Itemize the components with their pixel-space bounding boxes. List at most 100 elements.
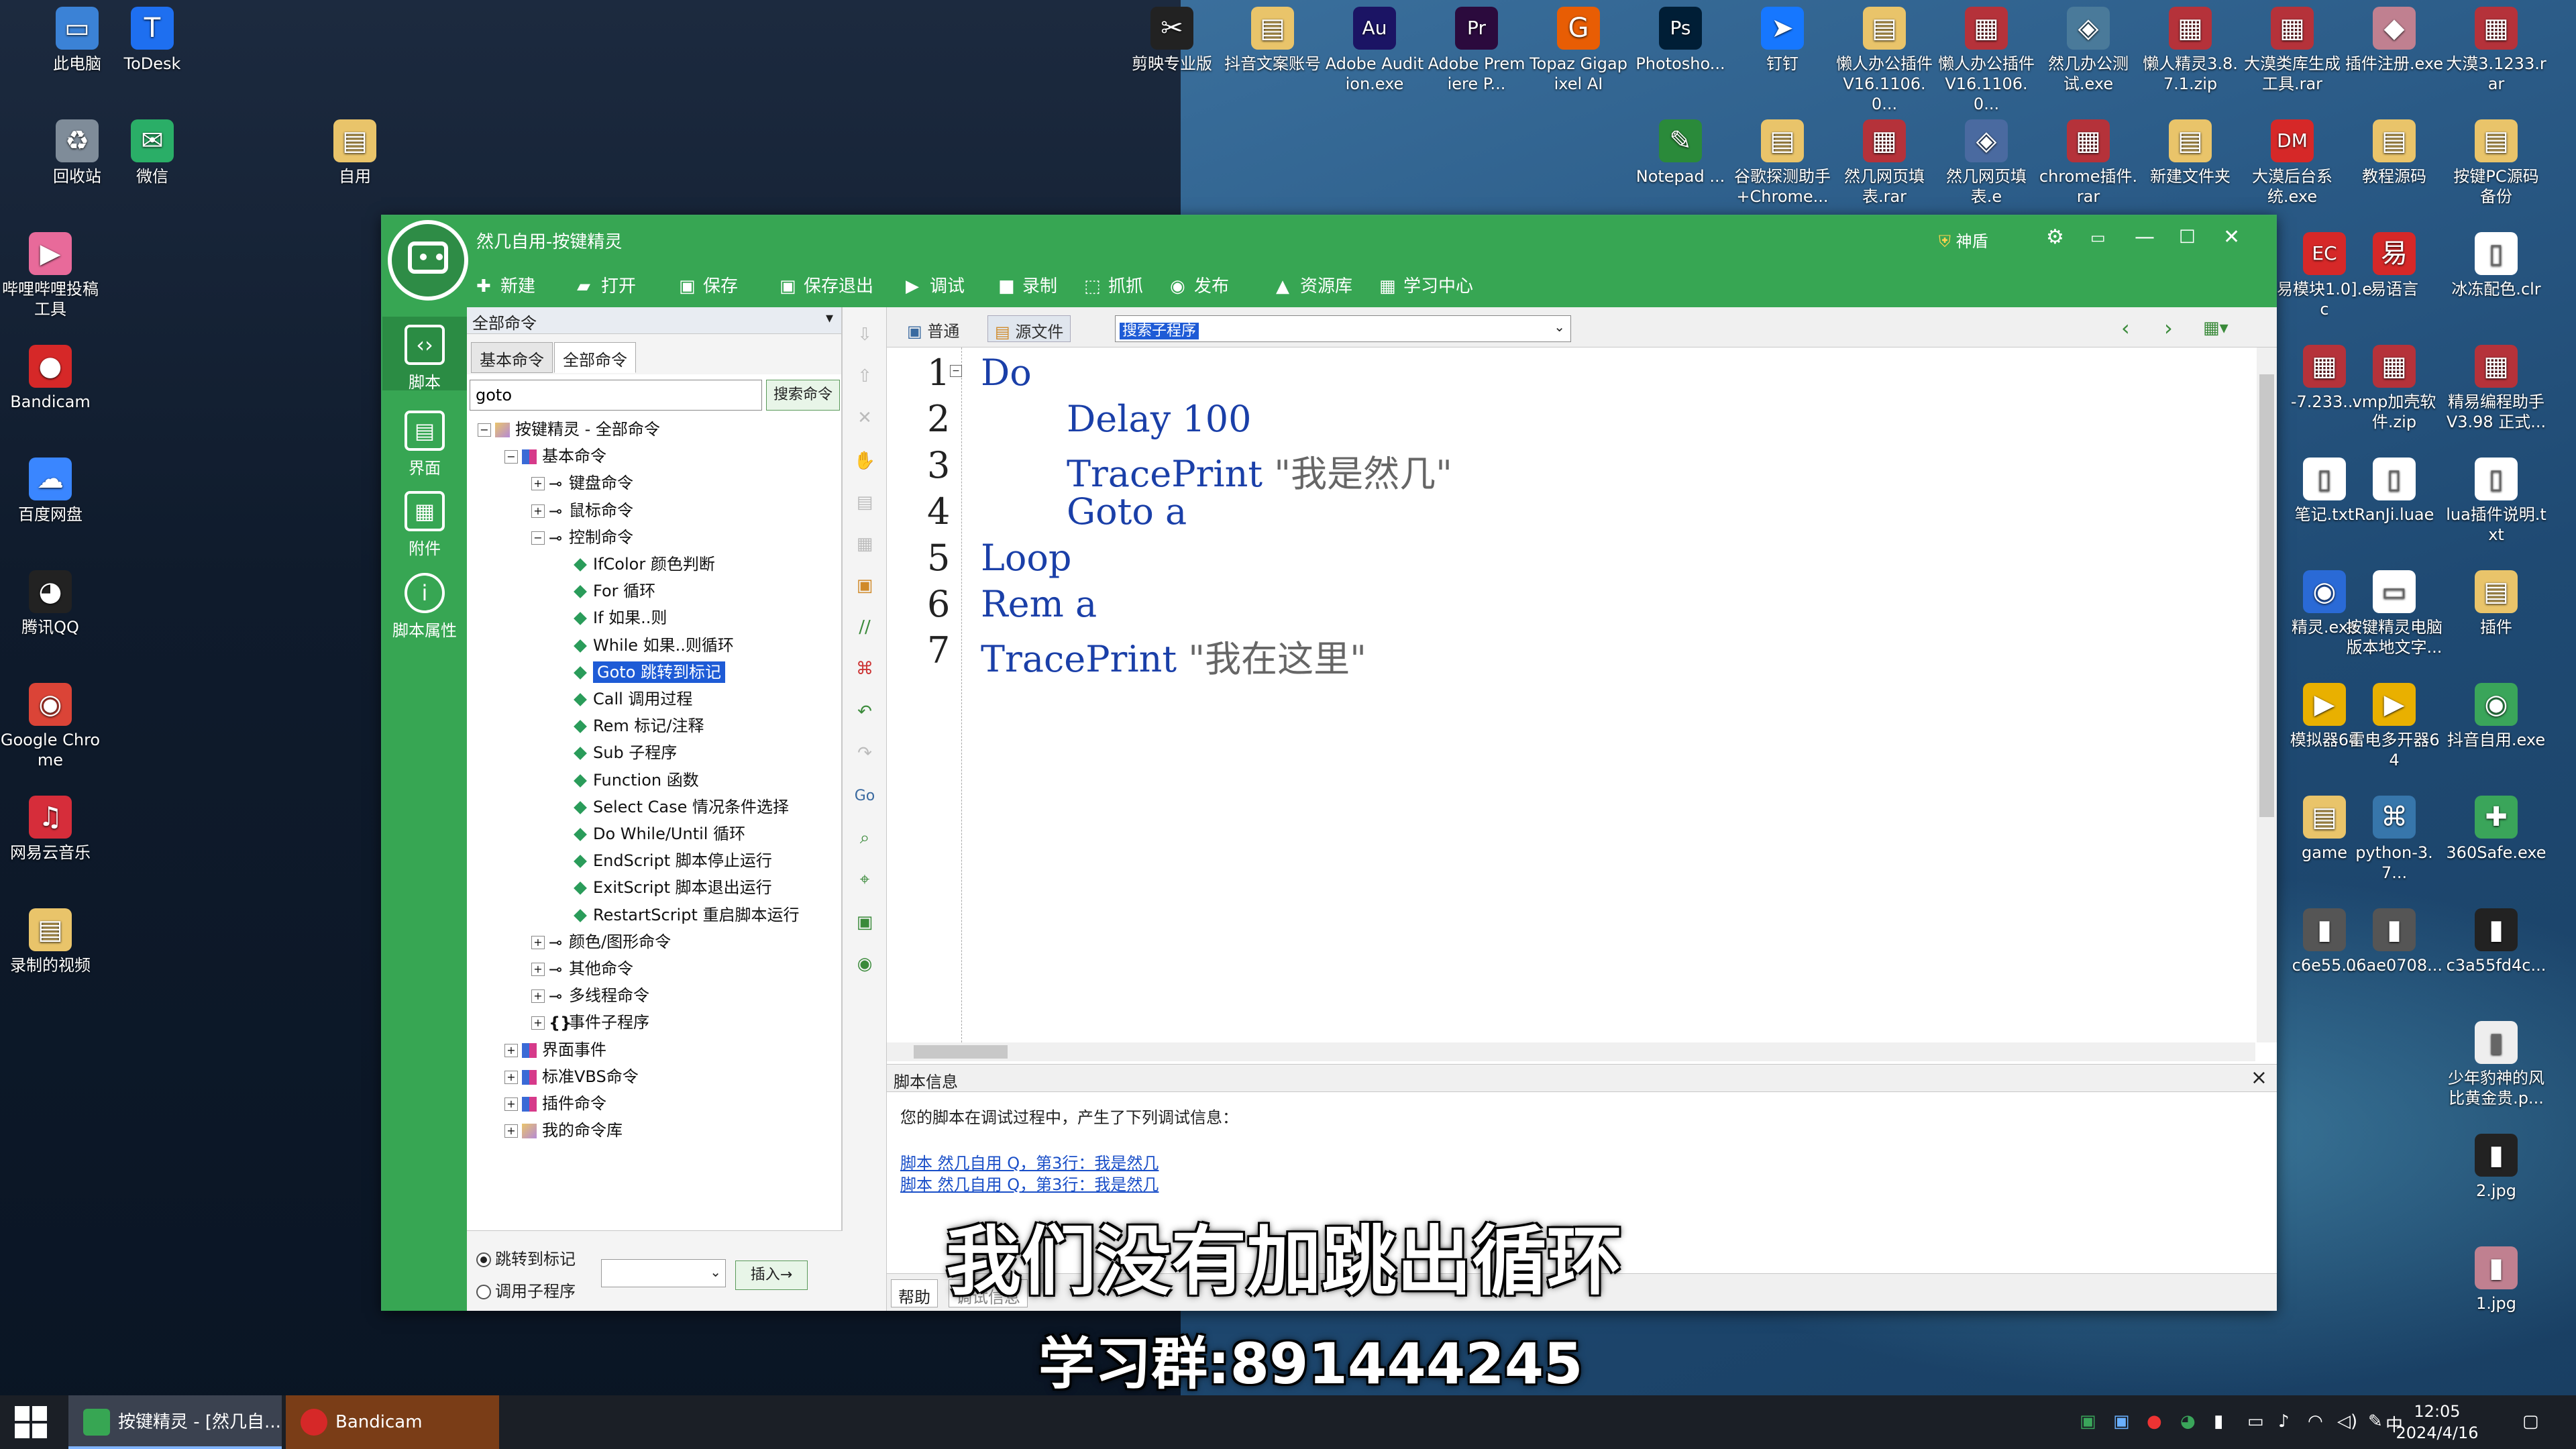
desktop-icon[interactable]: ▦ 然几网页填表.rar — [1834, 119, 1935, 207]
shield-button[interactable]: ⛨ 神盾 — [1939, 228, 1988, 252]
desktop-icon[interactable]: ✚ 360Safe.exe — [2446, 796, 2546, 863]
desktop-icon[interactable]: ▯ 冰冻配色.clr — [2446, 232, 2546, 299]
left-nav-item[interactable]: ▦ 附件 — [382, 483, 467, 558]
code-line[interactable]: TracePrint "我是然几" — [1067, 444, 1452, 497]
tree-node[interactable]: − ⊸ 控制命令 — [531, 524, 633, 551]
code-line[interactable]: Rem a — [981, 583, 1097, 625]
desktop-icon[interactable]: ✂ 剪映专业版 — [1122, 7, 1222, 74]
tree-node[interactable]: + ⊸ 键盘命令 — [531, 470, 633, 496]
move-up-icon[interactable]: ⇧ — [852, 364, 877, 389]
expand-icon[interactable]: + — [504, 1124, 518, 1138]
goto-line-icon[interactable]: Go — [852, 784, 877, 809]
taskbar-app-bandicam[interactable]: Bandicam — [286, 1395, 499, 1449]
expand-icon[interactable]: + — [504, 1097, 518, 1111]
app-window[interactable]: 然几自用-按键精灵 ⛨ 神盾 ⚙ ▭ — □ ✕ ✚ 新建 ▰ 打开 ▣ 保存 ▣ 保存退出 ▶… — [381, 215, 2277, 1311]
desktop-icon[interactable]: ◉ 抖音自用.exe — [2446, 683, 2546, 750]
view-icon[interactable]: ◉ — [852, 951, 877, 977]
tree-node[interactable]: Rem 标记/注释 — [572, 712, 704, 739]
toolbar-button[interactable]: ▣ 保存退出 — [780, 272, 873, 297]
minimize-button[interactable]: — — [2135, 225, 2155, 249]
taskbar-app-anjian[interactable]: 按键精灵 - [然几自... — [68, 1395, 282, 1449]
cut-icon[interactable]: ✋ — [852, 448, 877, 474]
tree-node[interactable]: + ⊸ 其他命令 — [531, 955, 633, 982]
close-button[interactable]: ✕ — [2223, 225, 2240, 249]
comment-icon[interactable]: // — [852, 614, 877, 640]
vertical-scrollbar[interactable] — [2257, 347, 2277, 1042]
collapse-icon[interactable]: − — [478, 423, 491, 437]
left-nav-item[interactable]: ▤ 界面 — [382, 402, 467, 478]
expand-icon[interactable]: + — [531, 477, 545, 491]
desktop-icon[interactable]: ▮ 少年豹神的风比黄金贵.p... — [2446, 1021, 2546, 1108]
desktop-icon[interactable]: ▭ 按键精灵电脑版本地文字... — [2344, 570, 2445, 657]
desktop-icon[interactable]: ▤ 新建文件夹 — [2140, 119, 2241, 186]
subroutine-select[interactable]: 搜索子程序 ⌄ — [1115, 315, 1571, 342]
tree-node[interactable]: + ⊸ 多线程命令 — [531, 982, 649, 1009]
debug-log-line[interactable]: 脚本 然几自用 Q，第3行：我是然几 — [900, 1150, 1159, 1173]
toolbar-button[interactable]: ▲ 资源库 — [1276, 272, 1352, 297]
nav-back-icon[interactable]: ‹ — [2121, 315, 2130, 341]
desktop-icon[interactable]: ▦ 精易编程助手V3.98 正式... — [2446, 345, 2546, 432]
desktop-icon[interactable]: ✉ 微信 — [102, 119, 203, 186]
desktop-icon[interactable]: ▮ c3a55fd4c... — [2446, 908, 2546, 975]
close-icon[interactable]: × — [2251, 1066, 2267, 1089]
desktop-icon[interactable]: ▮ 06ae0708... — [2344, 908, 2445, 975]
left-nav-item[interactable]: i 脚本属性 — [382, 565, 467, 640]
search-command-button[interactable]: 搜索命令 — [766, 380, 840, 411]
tree-node[interactable]: Goto 跳转到标记 — [572, 659, 726, 686]
radio-goto-label[interactable]: 跳转到标记 — [476, 1246, 576, 1269]
tree-node[interactable]: ExitScript 脚本退出运行 — [572, 874, 772, 901]
tree-node[interactable]: + ⊸ 颜色/图形命令 — [531, 928, 671, 955]
uncomment-icon[interactable]: ⌘ — [852, 656, 877, 682]
expand-icon[interactable]: + — [531, 1016, 545, 1030]
tab-source-view[interactable]: ▤ 源文件 — [987, 315, 1071, 342]
copy-icon[interactable]: ▤ — [852, 490, 877, 515]
pin-icon[interactable]: ▾ — [826, 310, 833, 327]
radio-call-sub[interactable]: 调用子程序 — [476, 1278, 576, 1301]
tree-node[interactable]: For 循环 — [572, 578, 655, 604]
desktop-icon[interactable]: ▯ RanJi.luae — [2344, 458, 2445, 525]
taskbar-clock[interactable]: 12:05 2024/4/16 — [2394, 1401, 2481, 1444]
desktop-icon[interactable]: ▮ 1.jpg — [2446, 1246, 2546, 1313]
desktop-icon[interactable]: ▶ 哔哩哔哩投稿工具 — [0, 232, 101, 319]
desktop-icon[interactable]: ▤ 录制的视频 — [0, 908, 101, 975]
tray-network-icon[interactable]: ◠ — [2308, 1411, 2323, 1432]
debug-log-line[interactable]: 脚本 然几自用 Q，第3行：我是然几 — [900, 1171, 1159, 1195]
desktop-icon[interactable]: ▦ vmp加壳软件.zip — [2344, 345, 2445, 432]
insert-button[interactable]: 插入→ — [735, 1260, 808, 1290]
tree-node[interactable]: IfColor 颜色判断 — [572, 551, 715, 578]
notification-icon[interactable]: ▢ — [2522, 1411, 2539, 1432]
desktop-icon[interactable]: ♫ 网易云音乐 — [0, 796, 101, 863]
left-nav-item[interactable]: ‹› 脚本 — [382, 317, 467, 392]
tray-mic-icon[interactable]: ♪ — [2278, 1411, 2290, 1432]
desktop-icon[interactable]: T ToDesk — [102, 7, 203, 74]
collapse-icon[interactable]: − — [504, 450, 518, 464]
desktop-icon[interactable]: ▦ 懒人精灵3.8.7.1.zip — [2140, 7, 2241, 94]
desktop-icon[interactable]: ▯ lua插件说明.txt — [2446, 458, 2546, 545]
layout-icon[interactable]: ▦▾ — [2203, 318, 2229, 338]
expand-icon[interactable]: + — [531, 963, 545, 976]
desktop-icon[interactable]: ▦ chrome插件.rar — [2038, 119, 2139, 207]
tray-volume-icon[interactable]: ◁) — [2337, 1411, 2357, 1432]
desktop-icon[interactable]: ☁ 百度网盘 — [0, 458, 101, 525]
desktop-icon[interactable]: ◈ 然几网页填表.e — [1936, 119, 2037, 207]
toolbar-button[interactable]: ■ 录制 — [998, 272, 1057, 297]
desktop-icon[interactable]: ▤ 插件 — [2446, 570, 2546, 637]
tree-node[interactable]: + 标准VBS命令 — [504, 1063, 639, 1090]
tray-record-icon[interactable]: ● — [2147, 1411, 2162, 1432]
expand-icon[interactable]: + — [504, 1070, 518, 1084]
toolbar-button[interactable]: ⬚ 抓抓 — [1084, 272, 1143, 297]
desktop-icon[interactable]: ▤ 抖音文案账号 — [1222, 7, 1323, 74]
tree-node[interactable]: − 按键精灵 - 全部命令 — [478, 416, 660, 443]
scroll-thumb[interactable] — [2259, 374, 2274, 817]
tray-wechat-icon[interactable]: ◕ — [2180, 1411, 2196, 1432]
label-select[interactable]: ⌄ — [601, 1259, 726, 1287]
find-icon[interactable]: ⌕ — [852, 825, 877, 851]
tray-todesk-icon[interactable]: ▣ — [2113, 1411, 2130, 1432]
windows-start-icon[interactable] — [15, 1406, 47, 1438]
desktop-icon[interactable]: 易易语言 — [2344, 232, 2445, 299]
horizontal-scrollbar[interactable] — [887, 1042, 2255, 1061]
tab-basic-commands[interactable]: 基本命令 — [471, 342, 553, 373]
code-line[interactable]: Loop — [981, 537, 1071, 579]
desktop-icon[interactable]: ▦ 大漠类库生成工具.rar — [2242, 7, 2343, 94]
desktop-icon[interactable]: ◉ Google Chrome — [0, 683, 101, 770]
